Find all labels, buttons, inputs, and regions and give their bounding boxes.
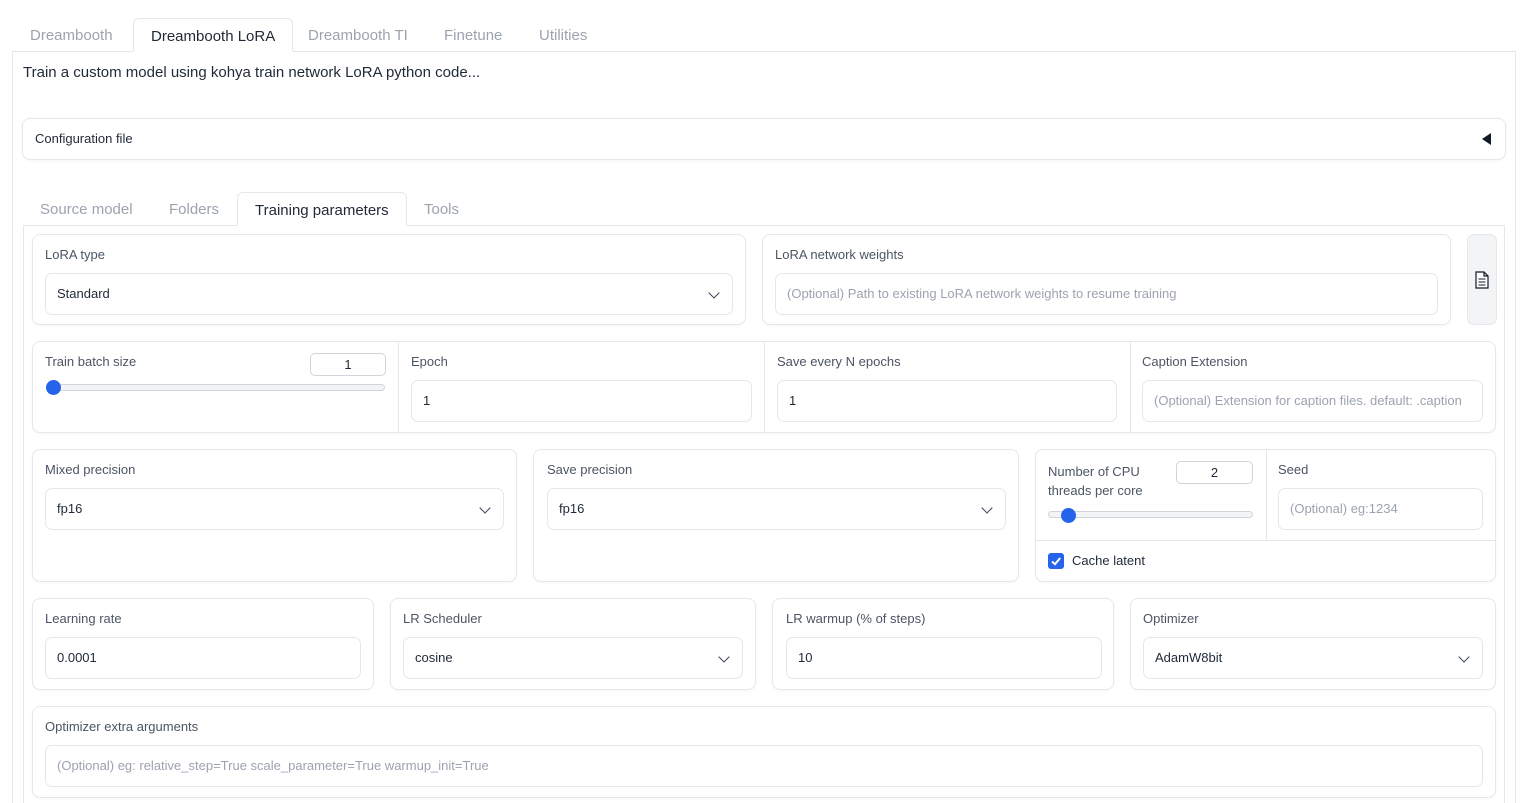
configuration-file-accordion[interactable]: Configuration file — [22, 118, 1506, 160]
tab-training-parameters[interactable]: Training parameters — [237, 192, 407, 226]
chevron-down-icon — [981, 502, 993, 514]
lr-warmup-input[interactable]: 10 — [786, 637, 1102, 679]
lora-network-weights-block: LoRA network weights (Optional) Path to … — [762, 234, 1451, 325]
save-precision-value: fp16 — [559, 501, 585, 516]
lr-scheduler-block: LR Scheduler cosine — [390, 598, 756, 690]
save-precision-select[interactable]: fp16 — [547, 488, 1006, 530]
tab-tools[interactable]: Tools — [407, 192, 476, 226]
train-batch-size-slider-handle[interactable] — [46, 380, 61, 395]
browse-file-button[interactable] — [1467, 234, 1497, 325]
lora-type-label: LoRA type — [45, 247, 105, 262]
save-every-n-epochs-label: Save every N epochs — [777, 354, 901, 369]
optimizer-select[interactable]: AdamW8bit — [1143, 637, 1483, 679]
optimizer-label: Optimizer — [1143, 611, 1199, 626]
tab-finetune[interactable]: Finetune — [427, 18, 519, 52]
cpu-threads-slider[interactable] — [1048, 511, 1253, 518]
lr-scheduler-value: cosine — [415, 650, 453, 665]
collapse-caret-icon — [1482, 133, 1491, 145]
cpu-threads-number[interactable]: 2 — [1176, 461, 1253, 484]
learning-rate-label: Learning rate — [45, 611, 122, 626]
lr-warmup-block: LR warmup (% of steps) 10 — [772, 598, 1114, 690]
tab-dreambooth[interactable]: Dreambooth — [13, 18, 130, 52]
chevron-down-icon — [708, 287, 720, 299]
cpu-threads-slider-handle[interactable] — [1061, 508, 1076, 523]
lora-network-weights-label: LoRA network weights — [775, 247, 904, 262]
optimizer-extra-args-label: Optimizer extra arguments — [45, 719, 199, 734]
mixed-precision-block: Mixed precision fp16 — [32, 449, 517, 582]
mixed-precision-select[interactable]: fp16 — [45, 488, 504, 530]
save-precision-label: Save precision — [547, 462, 633, 477]
tab-source-model[interactable]: Source model — [23, 192, 150, 226]
lora-type-value: Standard — [57, 286, 110, 301]
caption-extension-label: Caption Extension — [1142, 354, 1248, 369]
save-every-n-epochs-input[interactable]: 1 — [777, 380, 1117, 422]
train-batch-size-number[interactable]: 1 — [310, 353, 386, 376]
epoch-input[interactable]: 1 — [411, 380, 752, 422]
train-batch-size-label: Train batch size — [45, 354, 137, 369]
optimizer-value: AdamW8bit — [1155, 650, 1223, 665]
lora-type-select[interactable]: Standard — [45, 273, 733, 315]
divider — [1130, 342, 1131, 432]
train-batch-size-slider[interactable] — [47, 384, 385, 391]
page-description: Train a custom model using kohya train n… — [23, 64, 481, 81]
tab-folders[interactable]: Folders — [152, 192, 236, 226]
divider — [1266, 450, 1267, 540]
batch-epoch-row: Train batch size 1 Epoch 1 Save every N … — [32, 341, 1496, 433]
lr-scheduler-select[interactable]: cosine — [403, 637, 743, 679]
divider — [398, 342, 399, 432]
lr-warmup-label: LR warmup (% of steps) — [786, 611, 926, 626]
cpu-threads-label: Number of CPU threads per core — [1048, 462, 1143, 500]
main-tabbar: Dreambooth Dreambooth LoRA Dreambooth TI… — [12, 18, 1516, 52]
optimizer-extra-args-block: Optimizer extra arguments (Optional) eg:… — [32, 706, 1496, 798]
chevron-down-icon — [479, 502, 491, 514]
seed-input[interactable]: (Optional) eg:1234 — [1278, 488, 1483, 530]
file-icon — [1475, 271, 1489, 289]
optimizer-extra-args-input[interactable]: (Optional) eg: relative_step=True scale_… — [45, 745, 1483, 787]
tab-dreambooth-lora[interactable]: Dreambooth LoRA — [133, 18, 294, 52]
chevron-down-icon — [1458, 651, 1470, 663]
optimizer-block: Optimizer AdamW8bit — [1130, 598, 1496, 690]
divider — [764, 342, 765, 432]
learning-rate-input[interactable]: 0.0001 — [45, 637, 361, 679]
tab-dreambooth-ti[interactable]: Dreambooth TI — [291, 18, 425, 52]
cache-latent-label: Cache latent — [1072, 553, 1145, 568]
save-precision-block: Save precision fp16 — [533, 449, 1019, 582]
mixed-precision-value: fp16 — [57, 501, 83, 516]
lora-type-block: LoRA type Standard — [32, 234, 746, 325]
cpu-threads-label-line2: threads per core — [1048, 483, 1143, 498]
cpu-seed-block: Number of CPU threads per core 2 Seed (O… — [1035, 449, 1496, 582]
sub-tabbar: Source model Folders Training parameters… — [23, 192, 1505, 226]
cpu-threads-label-line1: Number of CPU — [1048, 464, 1140, 479]
caption-extension-input[interactable]: (Optional) Extension for caption files. … — [1142, 380, 1483, 422]
tab-utilities[interactable]: Utilities — [522, 18, 604, 52]
divider — [1036, 540, 1495, 541]
accordion-label: Configuration file — [35, 131, 133, 146]
epoch-label: Epoch — [411, 354, 448, 369]
lora-network-weights-input[interactable]: (Optional) Path to existing LoRA network… — [775, 273, 1438, 315]
seed-label: Seed — [1278, 462, 1309, 477]
mixed-precision-label: Mixed precision — [45, 462, 136, 477]
lr-scheduler-label: LR Scheduler — [403, 611, 482, 626]
learning-rate-block: Learning rate 0.0001 — [32, 598, 374, 690]
cache-latent-checkbox[interactable] — [1048, 553, 1064, 569]
chevron-down-icon — [718, 651, 730, 663]
checkmark-icon — [1051, 557, 1061, 566]
